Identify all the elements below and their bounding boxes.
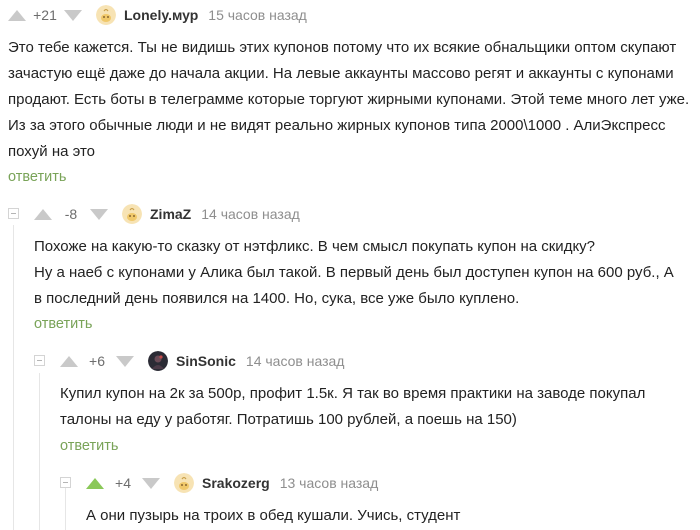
reply-link[interactable]: ответить: [60, 438, 118, 454]
comment-body: Похоже на какую-то сказку от нэтфликс. В…: [34, 234, 684, 312]
comment-time: 14 часов назад: [245, 353, 345, 369]
upvote-icon[interactable]: [34, 208, 52, 220]
comment-header: +6 SinSonic 14 часов назад: [60, 350, 344, 372]
comment-body: А они пузырь на троих в обед кушали. Учи…: [86, 503, 686, 529]
comment-header: -8 ZimaZ 14 часов назад: [34, 203, 300, 225]
username[interactable]: Lonely.мур: [124, 7, 198, 23]
thread-line: [65, 487, 66, 530]
comment-rating: +6: [89, 353, 105, 369]
comment-time: 13 часов назад: [279, 475, 379, 491]
upvote-icon[interactable]: [86, 477, 104, 489]
username[interactable]: SinSonic: [176, 353, 236, 369]
reply-link[interactable]: ответить: [8, 169, 66, 185]
downvote-icon[interactable]: [142, 477, 160, 489]
upvote-icon[interactable]: [8, 9, 26, 21]
comment-text: А они пузырь на троих в обед кушали. Учи…: [86, 507, 461, 524]
reply-link[interactable]: ответить: [34, 316, 92, 332]
thread-line: [13, 225, 14, 530]
collapse-thread-icon[interactable]: [34, 355, 45, 366]
comment-body: Это тебе кажется. Ты не видишь этих купо…: [8, 35, 692, 165]
comment-text: Купил купон на 2к за 500р, профит 1.5к. …: [60, 385, 646, 428]
comment-body: Купил купон на 2к за 500р, профит 1.5к. …: [60, 381, 680, 433]
downvote-icon[interactable]: [64, 9, 82, 21]
username[interactable]: ZimaZ: [150, 206, 191, 222]
comment-text: Ну а наеб с купонами у Алика был такой. …: [34, 264, 674, 307]
avatar[interactable]: [96, 5, 116, 25]
comment-rating: +21: [33, 7, 57, 23]
collapse-thread-icon[interactable]: [8, 208, 19, 219]
avatar[interactable]: [122, 204, 142, 224]
comment-header: +21 Lonely.мур 15 часов назад: [8, 4, 307, 26]
avatar[interactable]: [148, 351, 168, 371]
collapse-thread-icon[interactable]: [60, 477, 71, 488]
upvote-icon[interactable]: [60, 355, 78, 367]
comment-time: 15 часов назад: [208, 7, 307, 23]
comment-time: 14 часов назад: [201, 206, 300, 222]
thread-line: [39, 373, 40, 530]
downvote-icon[interactable]: [116, 355, 134, 367]
avatar[interactable]: [174, 473, 194, 493]
comment-header: +4 Srakozerg 13 часов назад: [86, 472, 378, 494]
username[interactable]: Srakozerg: [202, 475, 270, 491]
comment-rating: -8: [64, 206, 78, 222]
comment-text: Похоже на какую-то сказку от нэтфликс. В…: [34, 238, 596, 255]
comment-rating: +4: [115, 475, 131, 491]
downvote-icon[interactable]: [90, 208, 108, 220]
comment-text: Это тебе кажется. Ты не видишь этих купо…: [8, 39, 690, 160]
